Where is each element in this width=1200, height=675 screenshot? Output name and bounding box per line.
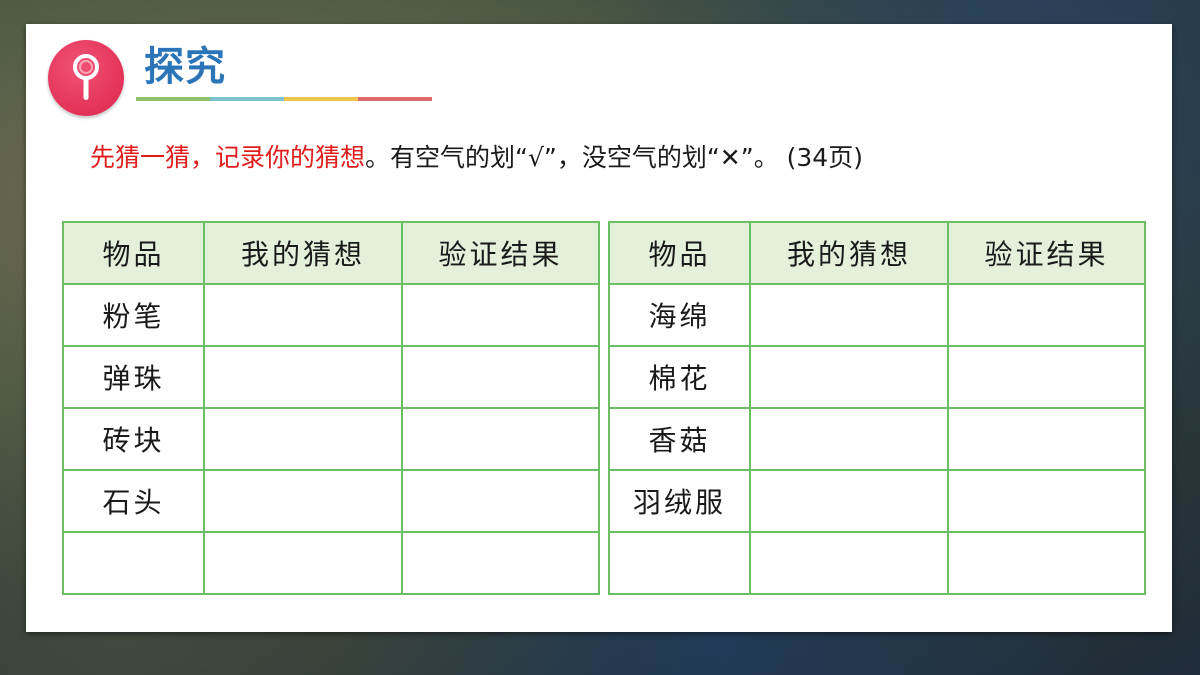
underline-segment xyxy=(210,97,284,101)
item-cell[interactable] xyxy=(62,531,205,595)
guess-cell[interactable] xyxy=(749,407,949,471)
guess-table-left: 物品 我的猜想 验证结果 粉笔 弹珠 砖块 石头 xyxy=(62,221,600,595)
header-item: 物品 xyxy=(62,221,205,285)
guess-cell[interactable] xyxy=(203,531,403,595)
result-cell[interactable] xyxy=(401,531,600,595)
result-cell[interactable] xyxy=(947,469,1146,533)
table-row xyxy=(62,531,600,595)
section-title: 探究 xyxy=(144,44,226,90)
table-row: 弹珠 xyxy=(62,345,600,409)
header-guess: 我的猜想 xyxy=(203,221,403,285)
result-cell[interactable] xyxy=(401,345,600,409)
table-row: 羽绒服 xyxy=(608,469,1146,533)
guess-cell[interactable] xyxy=(203,283,403,347)
instruction-highlight: 先猜一猜，记录你的猜想 xyxy=(90,143,366,172)
item-cell: 羽绒服 xyxy=(608,469,751,533)
table-row: 香菇 xyxy=(608,407,1146,471)
guess-cell[interactable] xyxy=(203,469,403,533)
section-badge xyxy=(48,40,124,116)
header-result: 验证结果 xyxy=(401,221,600,285)
item-cell: 海绵 xyxy=(608,283,751,347)
table-header-row: 物品 我的猜想 验证结果 xyxy=(608,221,1146,285)
item-cell: 棉花 xyxy=(608,345,751,409)
underline-segment xyxy=(284,97,358,101)
table-row: 砖块 xyxy=(62,407,600,471)
table-header-row: 物品 我的猜想 验证结果 xyxy=(62,221,600,285)
table-row: 粉笔 xyxy=(62,283,600,347)
guess-cell[interactable] xyxy=(203,407,403,471)
instruction-text: 先猜一猜，记录你的猜想。有空气的划“√”，没空气的划“✕”。 (34页) xyxy=(90,138,863,174)
guess-cell[interactable] xyxy=(203,345,403,409)
table-row: 海绵 xyxy=(608,283,1146,347)
item-cell[interactable] xyxy=(608,531,751,595)
result-cell[interactable] xyxy=(947,407,1146,471)
guess-cell[interactable] xyxy=(749,345,949,409)
table-row: 棉花 xyxy=(608,345,1146,409)
result-cell[interactable] xyxy=(401,283,600,347)
guess-table-right: 物品 我的猜想 验证结果 海绵 棉花 香菇 羽绒服 xyxy=(608,221,1146,595)
table-row: 石头 xyxy=(62,469,600,533)
guess-cell[interactable] xyxy=(749,469,949,533)
header-item: 物品 xyxy=(608,221,751,285)
item-cell: 石头 xyxy=(62,469,205,533)
result-cell[interactable] xyxy=(401,407,600,471)
result-cell[interactable] xyxy=(947,283,1146,347)
result-cell[interactable] xyxy=(947,531,1146,595)
result-cell[interactable] xyxy=(947,345,1146,409)
guess-cell[interactable] xyxy=(749,531,949,595)
header-result: 验证结果 xyxy=(947,221,1146,285)
item-cell: 弹珠 xyxy=(62,345,205,409)
item-cell: 香菇 xyxy=(608,407,751,471)
table-row xyxy=(608,531,1146,595)
magnifier-icon xyxy=(73,54,99,100)
content-card: 探究 先猜一猜，记录你的猜想。有空气的划“√”，没空气的划“✕”。 (34页) … xyxy=(26,24,1172,632)
result-cell[interactable] xyxy=(401,469,600,533)
item-cell: 粉笔 xyxy=(62,283,205,347)
instruction-rest: 。有空气的划“√”，没空气的划“✕”。 (34页) xyxy=(365,143,863,172)
underline-segment xyxy=(358,97,432,101)
guess-cell[interactable] xyxy=(749,283,949,347)
header-guess: 我的猜想 xyxy=(749,221,949,285)
item-cell: 砖块 xyxy=(62,407,205,471)
underline-segment xyxy=(136,97,210,101)
